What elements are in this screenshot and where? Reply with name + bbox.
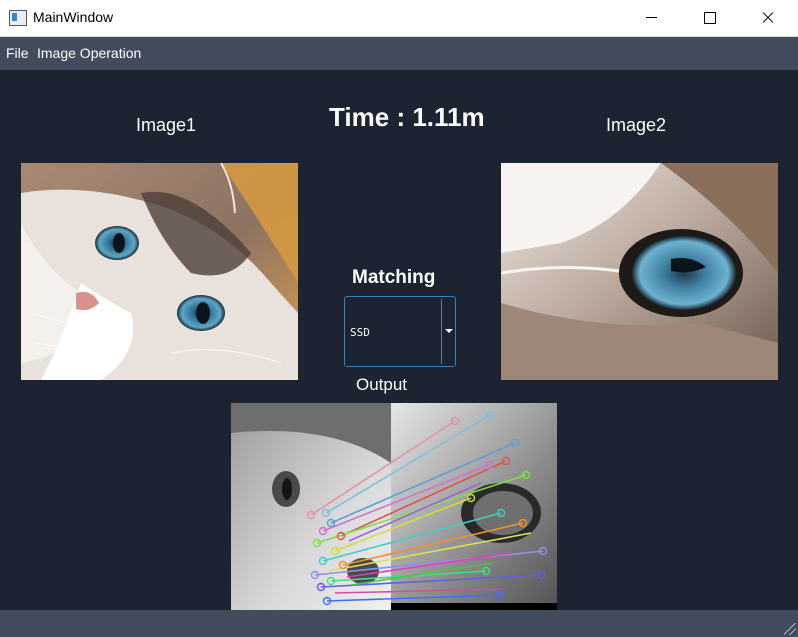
window-title: MainWindow (33, 9, 114, 25)
image2-label: Image2 (606, 115, 667, 135)
menu-bar: File Image Operation (0, 37, 798, 70)
app-window-icon (9, 10, 27, 26)
matching-method-value: SSD (350, 326, 370, 339)
time-label: Time : 1.11m (329, 102, 485, 132)
status-bar (0, 610, 798, 637)
image1-view (21, 163, 298, 380)
matching-method-select[interactable]: SSD (344, 296, 456, 367)
output-view (231, 403, 557, 610)
image2-view (501, 163, 778, 380)
close-icon[interactable] (744, 0, 790, 36)
combo-separator (441, 299, 442, 364)
maximize-icon[interactable] (686, 0, 732, 36)
menu-file[interactable]: File (6, 45, 29, 61)
resize-grip-icon[interactable] (784, 623, 796, 635)
matching-label: Matching (352, 267, 436, 288)
title-bar: MainWindow (0, 0, 798, 37)
menu-image-operation[interactable]: Image Operation (37, 45, 141, 61)
chevron-down-icon[interactable] (445, 329, 453, 333)
output-label: Output (356, 375, 408, 394)
minimize-icon[interactable] (628, 0, 674, 36)
image1-label: Image1 (136, 115, 197, 135)
